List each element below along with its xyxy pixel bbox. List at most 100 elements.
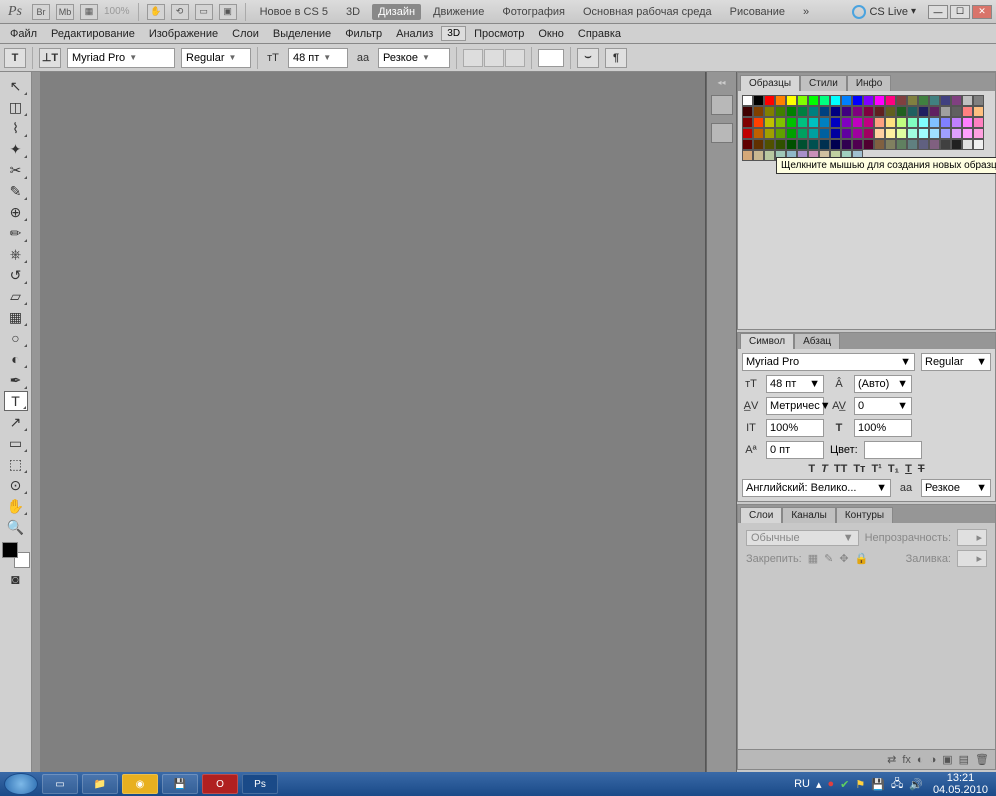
superscript-icon[interactable]: T¹	[871, 463, 881, 475]
char-style-select[interactable]: Regular▼	[921, 353, 991, 371]
workspace-tab[interactable]: Дизайн	[372, 4, 421, 20]
menu-file[interactable]: Файл	[4, 26, 43, 42]
swatch[interactable]	[819, 139, 830, 150]
swatch[interactable]	[940, 95, 951, 106]
swatch[interactable]	[852, 117, 863, 128]
all-caps-icon[interactable]: TT	[834, 463, 847, 475]
eraser-tool-icon[interactable]: ▱	[4, 286, 28, 306]
swatch[interactable]	[830, 95, 841, 106]
crop-tool-icon[interactable]: ✂	[4, 160, 28, 180]
arrange-icon[interactable]: ▭	[195, 4, 213, 20]
workspace-tab[interactable]: Движение	[427, 4, 490, 20]
swatch[interactable]	[808, 95, 819, 106]
swatch[interactable]	[830, 117, 841, 128]
swatch[interactable]	[841, 117, 852, 128]
dodge-tool-icon[interactable]: ◐	[4, 349, 28, 369]
swatch[interactable]	[764, 150, 775, 161]
swatch[interactable]	[764, 128, 775, 139]
swatch[interactable]	[918, 117, 929, 128]
char-tracking-input[interactable]: 0▼	[854, 397, 912, 415]
swatch[interactable]	[929, 106, 940, 117]
swatch[interactable]	[742, 139, 753, 150]
taskbar-app-icon[interactable]: ◉	[122, 774, 158, 794]
swatch[interactable]	[775, 139, 786, 150]
mini-bridge-panel-icon[interactable]	[711, 95, 733, 115]
start-button[interactable]	[4, 773, 38, 795]
menu-select[interactable]: Выделение	[267, 26, 337, 42]
orientation-icon[interactable]: ⊥T	[39, 48, 61, 68]
tab-paths[interactable]: Контуры	[836, 507, 893, 523]
swatch[interactable]	[786, 117, 797, 128]
type-tool-icon[interactable]: T	[4, 391, 28, 411]
taskbar-app-icon[interactable]: O	[202, 774, 238, 794]
swatch[interactable]	[775, 106, 786, 117]
swatch[interactable]	[819, 128, 830, 139]
move-tool-icon[interactable]: ↖	[4, 76, 28, 96]
swatch[interactable]	[907, 95, 918, 106]
menu-help[interactable]: Справка	[572, 26, 627, 42]
align-left-button[interactable]	[463, 49, 483, 67]
taskbar-app-icon[interactable]: 💾	[162, 774, 198, 794]
workspace-tab[interactable]: 3D	[340, 4, 366, 20]
swatch[interactable]	[841, 106, 852, 117]
swatch[interactable]	[863, 95, 874, 106]
swatch[interactable]	[841, 128, 852, 139]
swatch[interactable]	[907, 106, 918, 117]
swatch[interactable]	[962, 139, 973, 150]
eyedropper-tool-icon[interactable]: ✎	[4, 181, 28, 201]
3d-camera-icon[interactable]: ⊙	[4, 475, 28, 495]
swatch[interactable]	[940, 139, 951, 150]
workspace-tab[interactable]: Новое в CS 5	[254, 4, 334, 20]
swatch[interactable]	[753, 139, 764, 150]
char-kerning-input[interactable]: Метричес▼	[766, 397, 824, 415]
tray-network-icon[interactable]: 🖧	[891, 775, 903, 794]
hand-tool-icon[interactable]: ✋	[4, 496, 28, 516]
gradient-tool-icon[interactable]: ▦	[4, 307, 28, 327]
swatch[interactable]	[885, 95, 896, 106]
swatch[interactable]	[885, 106, 896, 117]
marquee-tool-icon[interactable]: ◫	[4, 97, 28, 117]
swatch[interactable]	[940, 117, 951, 128]
swatch[interactable]	[786, 95, 797, 106]
menu-analysis[interactable]: Анализ	[390, 26, 439, 42]
swatch[interactable]	[786, 128, 797, 139]
taskbar-photoshop-icon[interactable]: Ps	[242, 774, 278, 794]
rotate-icon[interactable]: ⟲	[171, 4, 189, 20]
swatch[interactable]	[973, 95, 984, 106]
text-color-swatch[interactable]	[538, 49, 564, 67]
swatch[interactable]	[940, 128, 951, 139]
swatch[interactable]	[896, 128, 907, 139]
swatch[interactable]	[962, 106, 973, 117]
tab-styles[interactable]: Стили	[800, 75, 847, 91]
screen-mode-icon[interactable]: ▣	[219, 4, 237, 20]
swatch[interactable]	[797, 106, 808, 117]
swatch[interactable]	[797, 95, 808, 106]
swatch[interactable]	[973, 106, 984, 117]
menu-3d[interactable]: 3D	[441, 26, 466, 41]
swatch[interactable]	[852, 139, 863, 150]
swatch[interactable]	[929, 95, 940, 106]
swatch[interactable]	[819, 106, 830, 117]
swatch[interactable]	[786, 139, 797, 150]
hand-icon[interactable]: ✋	[147, 4, 165, 20]
lock-transparency-icon[interactable]: ▦	[808, 552, 818, 565]
swatch[interactable]	[830, 139, 841, 150]
swatch-grid[interactable]	[742, 95, 990, 161]
mini-bridge-icon[interactable]: Mb	[56, 4, 74, 20]
char-baseline-input[interactable]: 0 пт	[766, 441, 824, 459]
swatch[interactable]	[885, 128, 896, 139]
warp-text-icon[interactable]: ⌣	[577, 48, 599, 68]
taskbar-clock[interactable]: 13:2104.05.2010	[929, 772, 992, 796]
swatch[interactable]	[929, 139, 940, 150]
layer-fx-icon[interactable]: fx	[902, 754, 911, 766]
swatch[interactable]	[808, 106, 819, 117]
wand-tool-icon[interactable]: ✦	[4, 139, 28, 159]
char-hscale-input[interactable]: 100%	[854, 419, 912, 437]
swatch[interactable]	[973, 139, 984, 150]
align-center-button[interactable]	[484, 49, 504, 67]
menu-filter[interactable]: Фильтр	[339, 26, 388, 42]
swatch[interactable]	[896, 139, 907, 150]
faux-italic-icon[interactable]: T	[821, 463, 828, 475]
launch-bridge-icon[interactable]: Br	[32, 4, 50, 20]
zoom-tool-icon[interactable]: 🔍	[4, 517, 28, 537]
